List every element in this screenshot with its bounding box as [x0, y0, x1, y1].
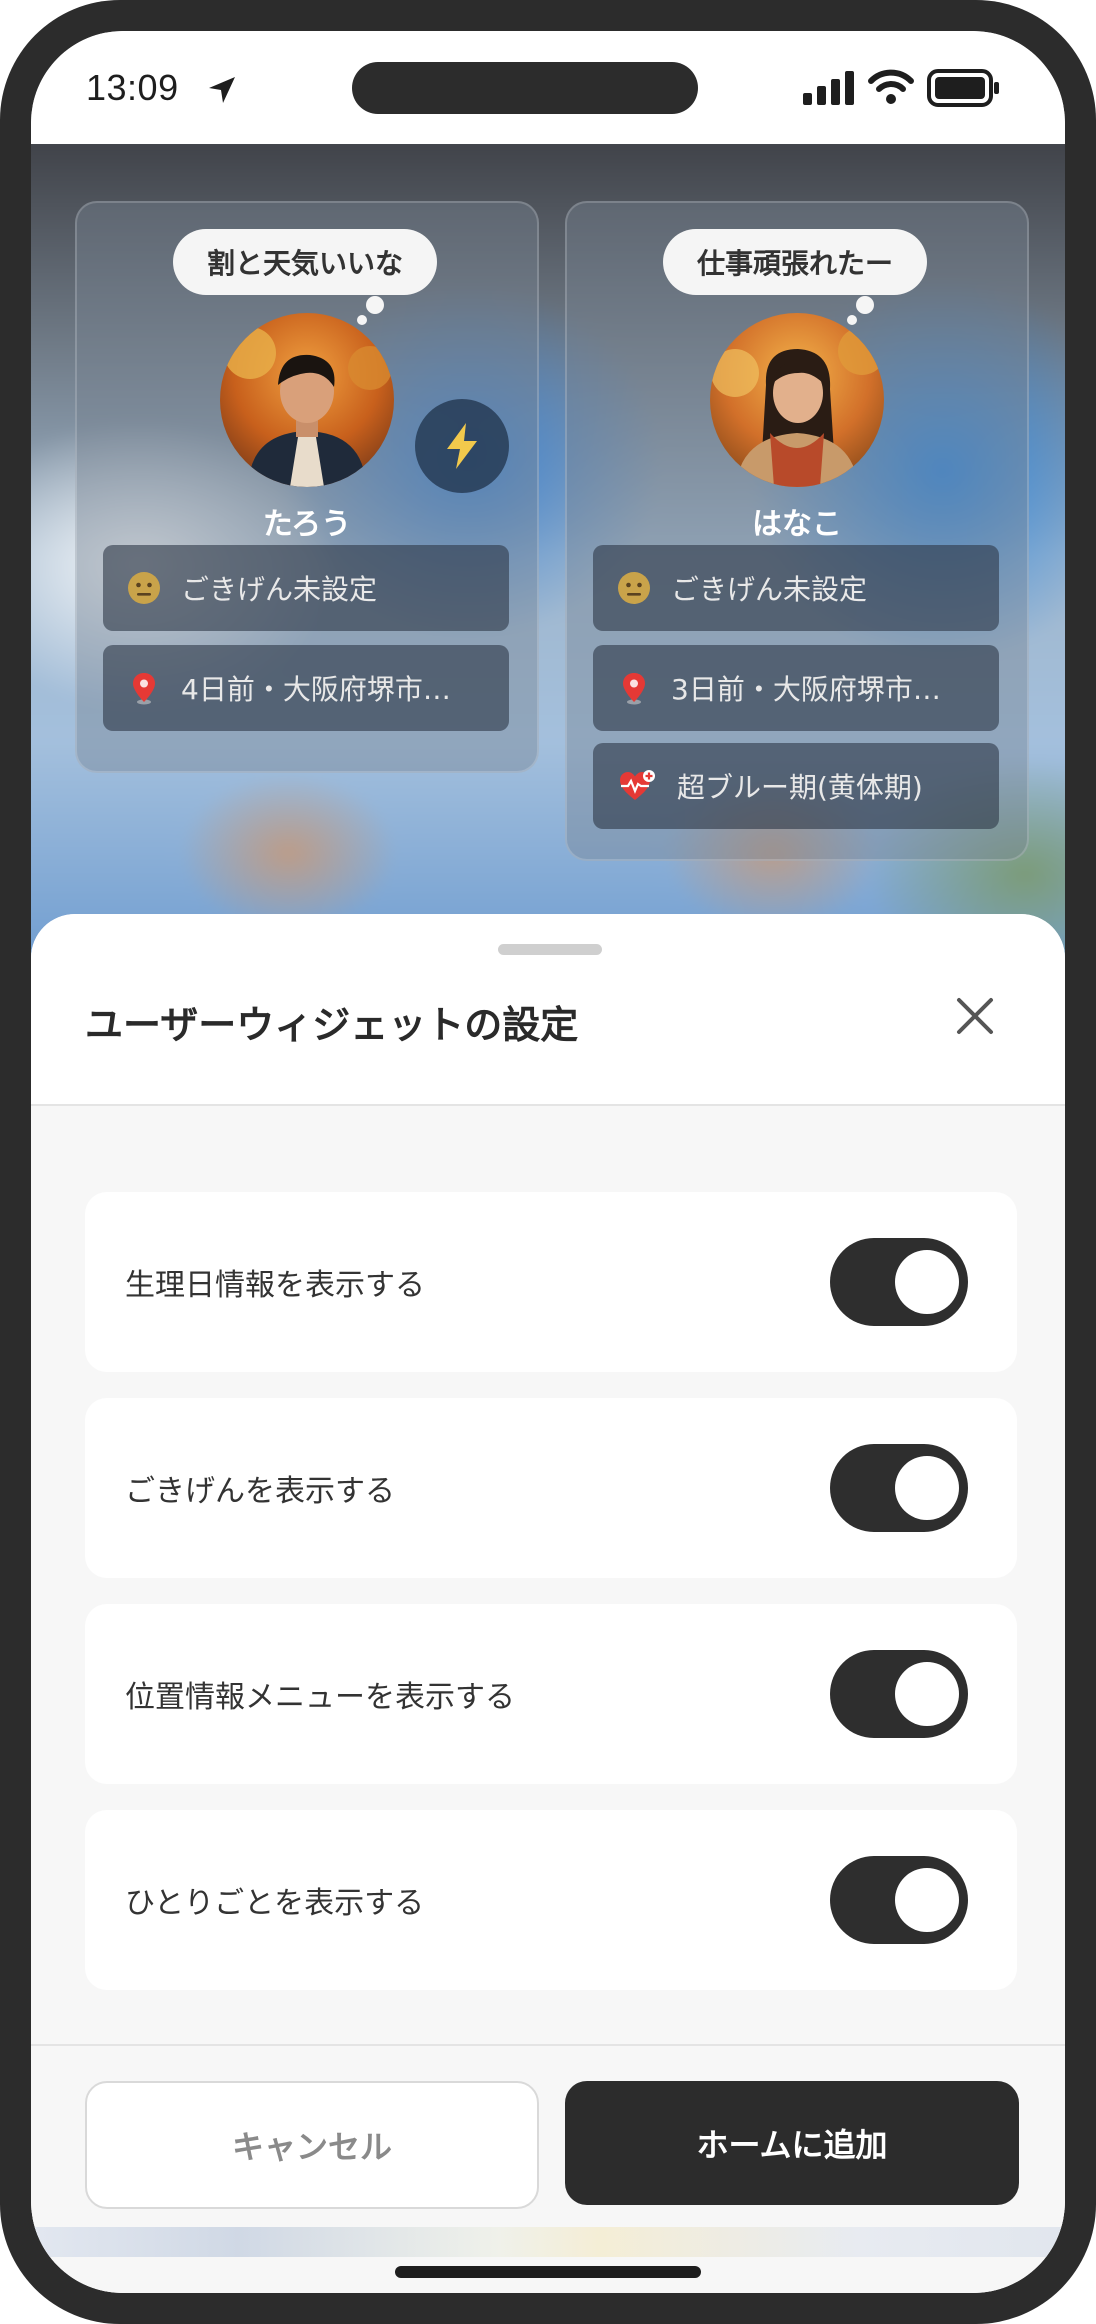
screen: 13:09 割と天気いいな たろう ごきげん未設定 4日前・大阪府堺市… 仕事頑…: [31, 31, 1065, 2293]
lightning-bolt-icon: [447, 423, 477, 469]
neutral-face-icon: [618, 572, 650, 604]
sheet-header: ユーザーウィジェットの設定: [31, 914, 1065, 1106]
location-row: 4日前・大阪府堺市…: [103, 645, 509, 731]
setting-label: ごきげんを表示する: [125, 1474, 395, 1509]
location-arrow-icon: [209, 77, 235, 103]
setting-label: ひとりごとを表示する: [125, 1886, 425, 1921]
widget-settings-sheet: ユーザーウィジェットの設定 生理日情報を表示する ごきげんを表示する 位置情報メ…: [31, 914, 1065, 2293]
location-row: 3日前・大阪府堺市…: [593, 645, 999, 731]
sheet-title: ユーザーウィジェットの設定: [85, 1003, 579, 1047]
avatar: [220, 313, 394, 487]
bubble-tail-small: [357, 315, 367, 325]
home-indicator[interactable]: [395, 2266, 701, 2278]
thought-bubble: 仕事頑張れたー: [663, 229, 927, 295]
cancel-button[interactable]: キャンセル: [85, 2081, 539, 2209]
map-pin-icon: [623, 673, 645, 705]
heart-pulse-icon: [620, 770, 655, 800]
bubble-tail-small: [847, 315, 857, 325]
user-name: たろう: [262, 507, 352, 542]
user-widget-taro[interactable]: 割と天気いいな たろう ごきげん未設定 4日前・大阪府堺市…: [75, 201, 539, 773]
dynamic-island: [352, 62, 698, 114]
setting-location-menu: 位置情報メニューを表示する: [85, 1604, 1017, 1784]
setting-period-info: 生理日情報を表示する: [85, 1192, 1017, 1372]
mood-text: ごきげん未設定: [181, 573, 378, 606]
sheet-grabber[interactable]: [498, 944, 602, 955]
background-peek-strip: [31, 2227, 1065, 2257]
neutral-face-icon: [128, 572, 160, 604]
mood-text: ごきげん未設定: [671, 573, 868, 606]
toggle-knob: [895, 1662, 959, 1726]
toggle-knob: [895, 1250, 959, 1314]
battery-icon: [927, 69, 999, 107]
status-bar: 13:09: [31, 31, 1065, 144]
poke-button[interactable]: [415, 399, 509, 493]
mood-row: ごきげん未設定: [593, 545, 999, 631]
avatar: [710, 313, 884, 487]
location-text: 3日前・大阪府堺市…: [671, 673, 941, 706]
phone-frame: 13:09 割と天気いいな たろう ごきげん未設定 4日前・大阪府堺市… 仕事頑…: [0, 0, 1096, 2324]
monologue-toggle[interactable]: [830, 1856, 968, 1944]
add-to-home-button[interactable]: ホームに追加: [565, 2081, 1019, 2205]
bubble-tail: [366, 296, 384, 314]
setting-mood: ごきげんを表示する: [85, 1398, 1017, 1578]
mood-toggle[interactable]: [830, 1444, 968, 1532]
user-widget-hanako[interactable]: 仕事頑張れたー はなこ ごきげん未設定 3日前・大阪府堺市… 超ブルー期(黄体期…: [565, 201, 1029, 861]
toggle-knob: [895, 1868, 959, 1932]
location-menu-toggle[interactable]: [830, 1650, 968, 1738]
close-icon[interactable]: [951, 992, 999, 1040]
map-pin-icon: [133, 673, 155, 705]
wifi-icon: [868, 69, 914, 104]
user-name: はなこ: [752, 507, 842, 542]
cycle-text: 超ブルー期(黄体期): [677, 771, 923, 804]
period-info-toggle[interactable]: [830, 1238, 968, 1326]
cellular-signal-icon: [803, 71, 854, 105]
setting-label: 位置情報メニューを表示する: [125, 1680, 515, 1715]
setting-monologue: ひとりごとを表示する: [85, 1810, 1017, 1990]
bubble-tail: [856, 296, 874, 314]
thought-bubble: 割と天気いいな: [173, 229, 437, 295]
location-text: 4日前・大阪府堺市…: [181, 673, 451, 706]
status-time: 13:09: [86, 67, 179, 108]
setting-label: 生理日情報を表示する: [125, 1268, 425, 1303]
cycle-row: 超ブルー期(黄体期): [593, 743, 999, 829]
mood-row: ごきげん未設定: [103, 545, 509, 631]
toggle-knob: [895, 1456, 959, 1520]
